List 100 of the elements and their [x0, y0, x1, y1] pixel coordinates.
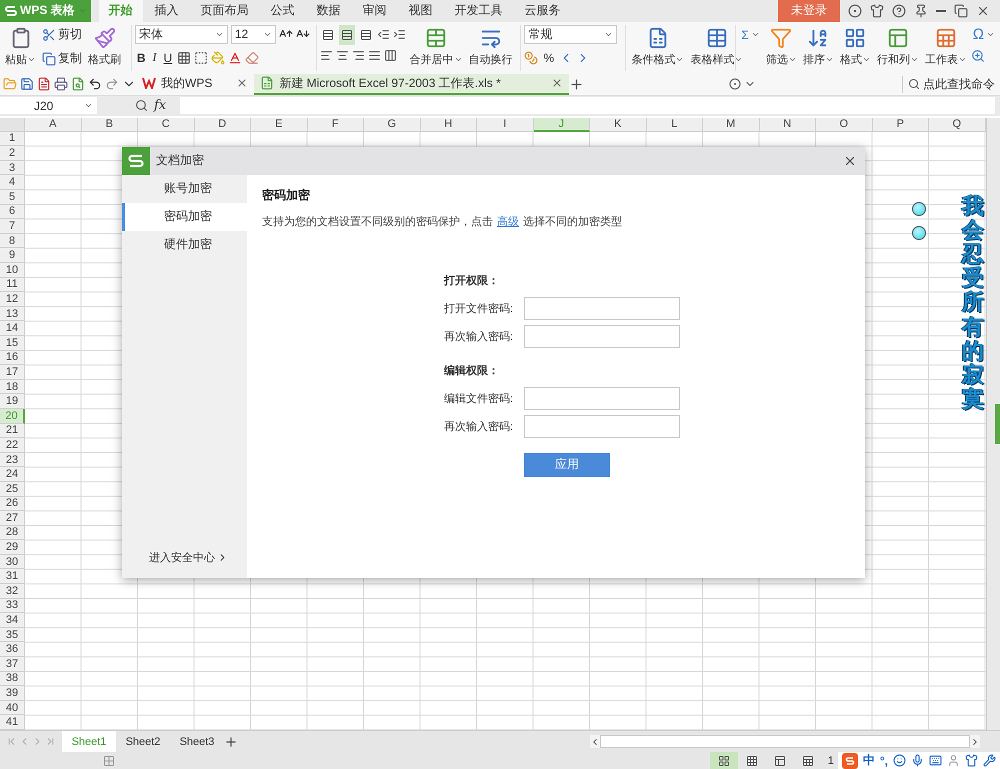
column-header[interactable]: I: [477, 118, 534, 132]
row-header[interactable]: 29: [0, 540, 25, 555]
password-field[interactable]: [524, 324, 680, 348]
row-header[interactable]: 6: [0, 204, 25, 220]
row-header[interactable]: 15: [0, 336, 25, 351]
row-header[interactable]: 22: [0, 438, 25, 453]
row-header[interactable]: 7: [0, 219, 25, 234]
row-header[interactable]: 36: [0, 642, 25, 658]
row-header[interactable]: 32: [0, 584, 25, 599]
editing-button[interactable]: 格式: [838, 24, 873, 69]
row-header[interactable]: 37: [0, 657, 25, 672]
column-header[interactable]: C: [138, 118, 194, 132]
column-header[interactable]: D: [194, 118, 251, 132]
percent-button[interactable]: %: [541, 48, 556, 68]
row-header[interactable]: 10: [0, 263, 25, 278]
column-header[interactable]: M: [703, 118, 760, 132]
row-header[interactable]: 12: [0, 292, 25, 307]
row-header[interactable]: 14: [0, 321, 25, 336]
row-header[interactable]: 25: [0, 482, 25, 496]
row-header[interactable]: 41: [0, 715, 25, 730]
bold-button[interactable]: B: [134, 48, 148, 68]
column-header[interactable]: E: [251, 118, 308, 132]
apply-button[interactable]: 应用: [524, 452, 610, 477]
column-header[interactable]: B: [82, 118, 138, 132]
nav-item[interactable]: 硬件加密: [122, 230, 247, 259]
column-header[interactable]: H: [420, 118, 477, 132]
row-header[interactable]: 13: [0, 306, 25, 322]
editing-button[interactable]: 工作表: [922, 24, 969, 69]
row-header[interactable]: 24: [0, 467, 25, 482]
row-header[interactable]: 31: [0, 569, 25, 584]
editing-button[interactable]: 行和列: [874, 24, 921, 69]
cut-button[interactable]: 剪切: [40, 24, 84, 45]
row-header[interactable]: 33: [0, 598, 25, 614]
formula-input[interactable]: [180, 97, 995, 114]
number-format-select[interactable]: 常规: [524, 24, 618, 44]
paste-button[interactable]: 粘贴: [3, 24, 38, 69]
vertical-align-button[interactable]: [338, 24, 355, 45]
style-button[interactable]: 条件格式: [629, 24, 686, 69]
ime-punctuation[interactable]: °,: [880, 754, 888, 768]
password-field[interactable]: [524, 296, 680, 320]
ribbon-tab[interactable]: 审阅: [352, 0, 397, 22]
row-header[interactable]: 27: [0, 511, 25, 526]
nav-item[interactable]: 密码加密: [122, 202, 247, 231]
function-label[interactable]: fx: [154, 98, 166, 114]
row-header[interactable]: 30: [0, 554, 25, 570]
copy-button[interactable]: 复制: [40, 48, 84, 69]
row-header[interactable]: 8: [0, 234, 25, 248]
ribbon-tab[interactable]: 云服务: [514, 0, 571, 22]
underline-button[interactable]: U: [162, 48, 174, 68]
column-header[interactable]: L: [646, 118, 703, 132]
row-header[interactable]: 28: [0, 526, 25, 540]
ime-mode[interactable]: 中: [862, 752, 875, 769]
row-header[interactable]: 3: [0, 160, 25, 176]
normal-view-button[interactable]: [710, 752, 738, 769]
security-center-link[interactable]: 进入安全中心: [122, 548, 247, 566]
sheet-tab[interactable]: Sheet2: [116, 731, 170, 752]
command-search[interactable]: 点此查找命令: [902, 76, 1000, 93]
column-header[interactable]: Q: [929, 118, 986, 132]
row-header[interactable]: 19: [0, 394, 25, 409]
column-header[interactable]: O: [816, 118, 872, 132]
row-header[interactable]: 16: [0, 350, 25, 366]
document-tab[interactable]: 新建 Microsoft Excel 97-2003 工作表.xls *: [254, 74, 569, 95]
horizontal-scrollbar[interactable]: [590, 735, 980, 748]
row-header[interactable]: 35: [0, 628, 25, 642]
row-header[interactable]: 1: [0, 132, 25, 146]
wrap-text-button[interactable]: 自动换行: [466, 24, 515, 69]
editing-button[interactable]: 排序: [800, 24, 836, 69]
column-header[interactable]: N: [760, 118, 816, 132]
column-header[interactable]: K: [590, 118, 646, 132]
ribbon-tab[interactable]: 公式: [260, 0, 305, 22]
ribbon-tab[interactable]: 插入: [144, 0, 189, 22]
password-field[interactable]: [524, 386, 680, 410]
nav-item[interactable]: 账号加密: [122, 174, 247, 203]
editing-button[interactable]: 筛选: [764, 24, 799, 69]
column-header[interactable]: F: [308, 118, 364, 132]
password-field[interactable]: [524, 414, 680, 438]
ribbon-tab[interactable]: 开发工具: [444, 0, 513, 22]
row-header[interactable]: 39: [0, 686, 25, 701]
italic-button[interactable]: I: [150, 48, 159, 68]
vertical-scrollbar[interactable]: [986, 118, 1000, 730]
row-header[interactable]: 38: [0, 672, 25, 686]
row-header[interactable]: 40: [0, 700, 25, 716]
symbol-button[interactable]: Ω: [970, 24, 997, 45]
row-header[interactable]: 18: [0, 380, 25, 394]
row-header[interactable]: 23: [0, 452, 25, 468]
row-header[interactable]: 5: [0, 190, 25, 205]
column-header[interactable]: A: [25, 118, 82, 132]
document-tab[interactable]: 我的WPS: [136, 74, 254, 95]
ribbon-tab[interactable]: 数据: [306, 0, 351, 22]
row-header[interactable]: 2: [0, 146, 25, 161]
row-header[interactable]: 26: [0, 496, 25, 512]
name-box[interactable]: J20: [0, 97, 97, 114]
column-header[interactable]: P: [872, 118, 929, 132]
merge-center-button[interactable]: 合并居中: [408, 24, 465, 69]
font-size-select[interactable]: 12: [230, 24, 276, 44]
font-name-select[interactable]: 宋体: [134, 24, 228, 44]
column-header[interactable]: G: [364, 118, 420, 132]
row-header[interactable]: 17: [0, 365, 25, 380]
ribbon-tab[interactable]: 视图: [398, 0, 443, 22]
row-header[interactable]: 21: [0, 424, 25, 438]
